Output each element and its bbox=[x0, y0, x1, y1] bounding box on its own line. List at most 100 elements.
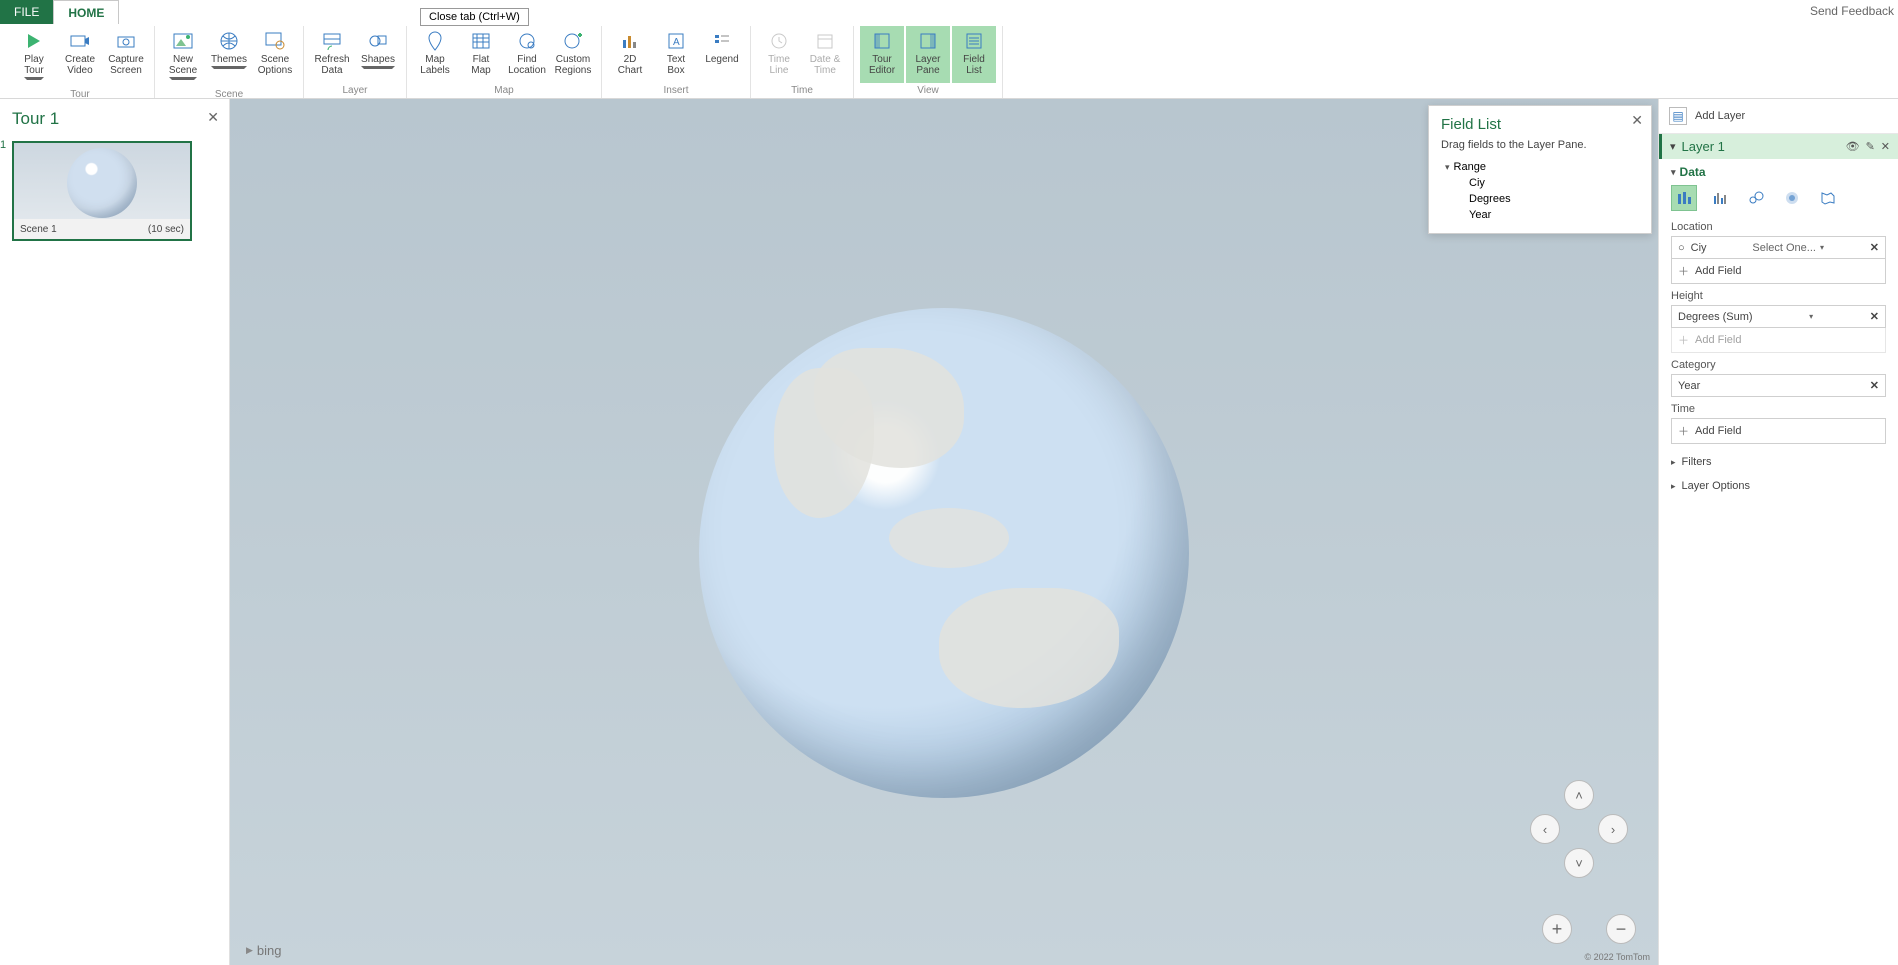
height-field-row[interactable]: Degrees (Sum) ✕ bbox=[1671, 305, 1886, 328]
themes-button[interactable]: Themes bbox=[207, 26, 251, 87]
group-time: TimeLine Date &Time Time bbox=[751, 26, 854, 98]
2d-chart-button[interactable]: 2DChart bbox=[608, 26, 652, 83]
tour-editor-label: TourEditor bbox=[869, 54, 895, 76]
field-item[interactable]: Degrees bbox=[1441, 191, 1639, 207]
location-geo-dropdown[interactable]: Select One... bbox=[1752, 242, 1824, 254]
rotate-right-button[interactable]: › bbox=[1598, 814, 1628, 844]
landmass bbox=[889, 508, 1009, 568]
send-feedback-link[interactable]: Send Feedback bbox=[1810, 4, 1894, 18]
data-section-title[interactable]: Data bbox=[1671, 165, 1886, 179]
location-field-row[interactable]: ○ Ciy Select One... ✕ bbox=[1671, 236, 1886, 259]
rename-icon[interactable]: ✎ bbox=[1866, 140, 1875, 153]
legend-button[interactable]: Legend bbox=[700, 26, 744, 83]
new-scene-button[interactable]: NewScene bbox=[161, 26, 205, 87]
flat-map-button[interactable]: FlatMap bbox=[459, 26, 503, 83]
filters-section[interactable]: Filters bbox=[1659, 450, 1898, 474]
layer-pane-button[interactable]: LayerPane bbox=[906, 26, 950, 83]
time-add-field[interactable]: ＋ Add Field bbox=[1671, 418, 1886, 444]
calendar-icon bbox=[814, 30, 836, 52]
scene-options-button[interactable]: SceneOptions bbox=[253, 26, 297, 87]
editor-icon bbox=[871, 30, 893, 52]
tab-home[interactable]: HOME bbox=[53, 0, 119, 24]
location-add-field[interactable]: ＋ Add Field bbox=[1671, 259, 1886, 284]
custom-regions-button[interactable]: CustomRegions bbox=[551, 26, 595, 83]
field-item[interactable]: Ciy bbox=[1441, 175, 1639, 191]
time-label: Time bbox=[1671, 403, 1886, 415]
group-view: TourEditor LayerPane FieldList View bbox=[854, 26, 1003, 98]
pin-label-icon bbox=[424, 30, 446, 52]
scene-options-label: SceneOptions bbox=[258, 54, 292, 76]
create-video-button[interactable]: CreateVideo bbox=[58, 26, 102, 87]
layer-header[interactable]: ▾ Layer 1 👁 ✎ ✕ bbox=[1659, 134, 1898, 159]
viz-region[interactable] bbox=[1815, 185, 1841, 211]
tilt-down-button[interactable]: ˅ bbox=[1564, 848, 1594, 878]
remove-location-field-icon[interactable]: ✕ bbox=[1870, 241, 1879, 254]
group-map-label: Map bbox=[494, 83, 513, 98]
tour-pane-close-icon[interactable]: ✕ bbox=[207, 109, 219, 126]
text-box-button[interactable]: A TextBox bbox=[654, 26, 698, 83]
add-field-label: Add Field bbox=[1695, 334, 1741, 346]
themes-label: Themes bbox=[211, 54, 247, 72]
height-agg-dropdown[interactable] bbox=[1809, 312, 1813, 321]
viz-clustered-column[interactable] bbox=[1707, 185, 1733, 211]
field-item[interactable]: Year bbox=[1441, 207, 1639, 223]
play-tour-button[interactable]: PlayTour bbox=[12, 26, 56, 87]
radio-icon[interactable]: ○ bbox=[1678, 242, 1685, 254]
ribbon: PlayTour CreateVideo CaptureScreen Tour … bbox=[0, 24, 1898, 98]
list-icon bbox=[963, 30, 985, 52]
tab-file[interactable]: FILE bbox=[0, 0, 53, 24]
zoom-in-button[interactable]: + bbox=[1542, 914, 1572, 944]
layer-name: Layer 1 bbox=[1682, 139, 1840, 154]
find-location-label: FindLocation bbox=[508, 54, 546, 76]
rotate-left-button[interactable]: ‹ bbox=[1530, 814, 1560, 844]
field-tree-root[interactable]: Range bbox=[1441, 159, 1639, 175]
remove-category-field-icon[interactable]: ✕ bbox=[1870, 379, 1879, 392]
close-tab-tooltip: Close tab (Ctrl+W) bbox=[420, 8, 529, 26]
delete-layer-icon[interactable]: ✕ bbox=[1881, 140, 1890, 153]
text-box-icon: A bbox=[665, 30, 687, 52]
refresh-data-button[interactable]: RefreshData bbox=[310, 26, 354, 83]
find-location-button[interactable]: FindLocation bbox=[505, 26, 549, 83]
svg-text:A: A bbox=[673, 37, 680, 48]
shapes-button[interactable]: Shapes bbox=[356, 26, 400, 83]
landmass bbox=[939, 588, 1119, 708]
custom-regions-label: CustomRegions bbox=[555, 54, 592, 76]
zoom-out-button[interactable]: − bbox=[1606, 914, 1636, 944]
scene-duration: (10 sec) bbox=[148, 224, 184, 235]
play-icon bbox=[23, 30, 45, 52]
field-list-button[interactable]: FieldList bbox=[952, 26, 996, 83]
plus-icon: ＋ bbox=[1678, 263, 1689, 279]
globe-3d[interactable] bbox=[699, 308, 1189, 798]
map-canvas[interactable]: bing © 2022 TomTom ˄ ‹ › ˅ + − ✕ Field L… bbox=[230, 99, 1658, 965]
location-label: Location bbox=[1671, 221, 1886, 233]
scene-name: Scene 1 bbox=[20, 224, 57, 235]
category-field-row[interactable]: Year ✕ bbox=[1671, 374, 1886, 397]
tilt-up-button[interactable]: ˄ bbox=[1564, 780, 1594, 810]
plus-icon: ＋ bbox=[1678, 423, 1689, 439]
tour-editor-button[interactable]: TourEditor bbox=[860, 26, 904, 83]
remove-height-field-icon[interactable]: ✕ bbox=[1870, 310, 1879, 323]
group-time-label: Time bbox=[791, 83, 813, 98]
ribbon-tabs: FILE HOME bbox=[0, 0, 1898, 24]
datetime-label: Date &Time bbox=[810, 54, 841, 76]
visibility-icon[interactable]: 👁 bbox=[1846, 140, 1860, 153]
globe-icon bbox=[218, 30, 240, 52]
layer-pane: ▤ Add Layer ▾ Layer 1 👁 ✎ ✕ Data Locati bbox=[1658, 99, 1898, 965]
field-list-popup[interactable]: ✕ Field List Drag fields to the Layer Pa… bbox=[1428, 105, 1652, 234]
field-list-close-icon[interactable]: ✕ bbox=[1631, 112, 1643, 129]
field-list-hint: Drag fields to the Layer Pane. bbox=[1441, 139, 1639, 151]
group-layer: RefreshData Shapes Layer bbox=[304, 26, 407, 98]
group-scene: NewScene Themes SceneOptions Scene bbox=[155, 26, 304, 98]
add-layer-button[interactable]: ▤ Add Layer bbox=[1659, 99, 1898, 134]
viz-stacked-column[interactable] bbox=[1671, 185, 1697, 211]
viz-heatmap[interactable] bbox=[1779, 185, 1805, 211]
layer-options-section[interactable]: Layer Options bbox=[1659, 474, 1898, 498]
capture-screen-button[interactable]: CaptureScreen bbox=[104, 26, 148, 87]
scene-thumbnail[interactable]: Scene 1 (10 sec) bbox=[12, 141, 192, 241]
flat-map-label: FlatMap bbox=[471, 54, 490, 76]
map-labels-button[interactable]: MapLabels bbox=[413, 26, 457, 83]
viz-bubble[interactable] bbox=[1743, 185, 1769, 211]
map-labels-label: MapLabels bbox=[420, 54, 449, 76]
top-bar: FILE HOME Close tab (Ctrl+W) Send Feedba… bbox=[0, 0, 1898, 99]
height-add-field[interactable]: ＋ Add Field bbox=[1671, 328, 1886, 353]
